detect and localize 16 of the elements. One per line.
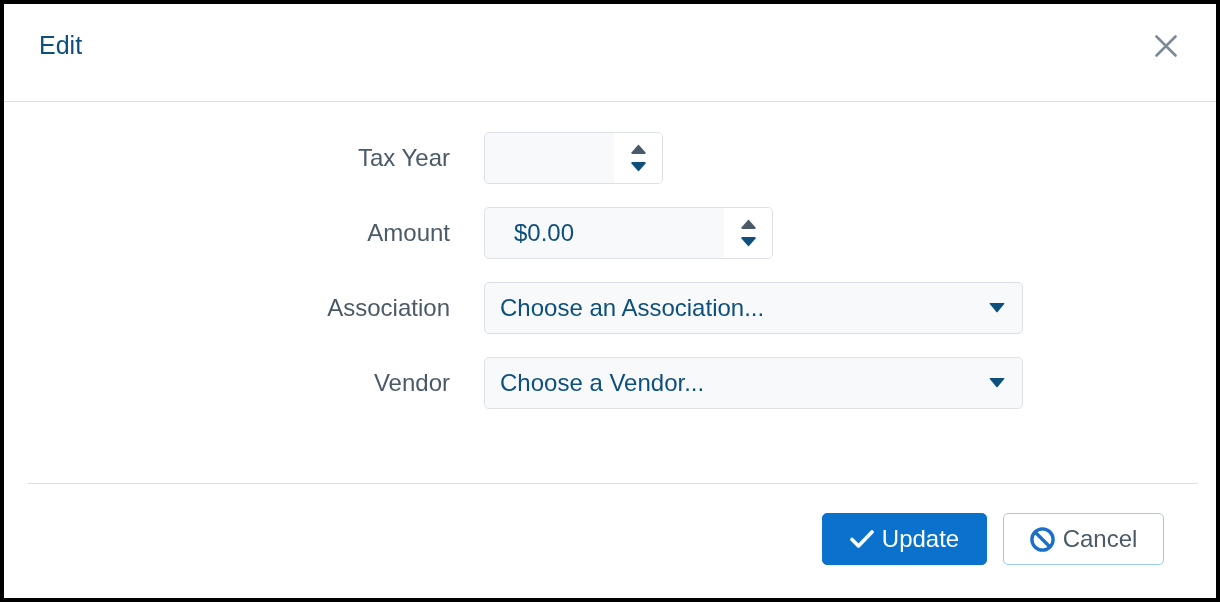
- field-label: Amount: [367, 219, 450, 247]
- prohibited-icon: [1029, 526, 1055, 552]
- field-label: Association: [327, 294, 450, 322]
- spinner-icon[interactable]: [630, 144, 646, 172]
- field-label: Vendor: [373, 369, 450, 397]
- caret-icon: [989, 303, 1005, 313]
- spinner-icon[interactable]: [740, 219, 756, 247]
- dialog-title: Edit: [39, 31, 83, 60]
- dropdown[interactable]: Choose a Vendor...: [484, 357, 1023, 409]
- update-button[interactable]: Update: [822, 513, 987, 565]
- field-label: Tax Year: [357, 144, 450, 172]
- dropdown[interactable]: Choose an Association...: [484, 282, 1023, 334]
- close-icon[interactable]: [1155, 34, 1177, 57]
- checkmark-icon: [849, 530, 874, 548]
- caret-icon: [989, 378, 1005, 388]
- cancel-button[interactable]: Cancel: [1003, 513, 1164, 565]
